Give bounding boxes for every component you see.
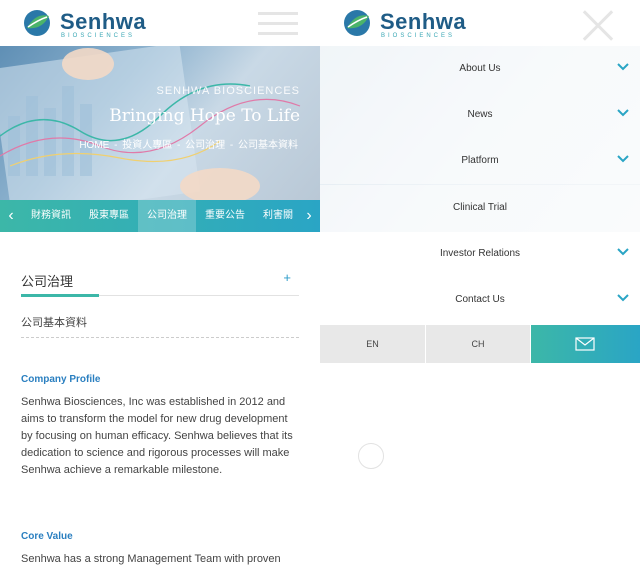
- menu-item-label: Clinical Trial: [453, 202, 507, 213]
- menu-item-clinical-trial[interactable]: Clinical Trial: [320, 185, 640, 231]
- lang-ch-button[interactable]: CH: [426, 325, 530, 363]
- hero-subtitle: SENHWA BIOSCIENCES: [156, 85, 300, 97]
- chevron-down-icon[interactable]: [616, 60, 630, 74]
- menu-item-label: News: [467, 109, 493, 120]
- menu-item-contact-us[interactable]: Contact Us: [320, 277, 640, 323]
- menu-item-investor-relations[interactable]: Investor Relations: [320, 231, 640, 277]
- section-accordion[interactable]: 公司治理 +: [21, 268, 299, 297]
- hamburger-bar: [258, 12, 298, 15]
- company-profile-heading: Company Profile: [21, 374, 101, 385]
- lang-en-button[interactable]: EN: [320, 325, 425, 363]
- mail-button[interactable]: [531, 325, 640, 363]
- breadcrumb-current: 公司基本資料: [238, 140, 298, 151]
- hero-title: Bringing Hope To Life: [109, 106, 300, 126]
- sub-item-company-info[interactable]: 公司基本資料: [21, 314, 299, 338]
- tab-list: 財務資訊 股東專區 公司治理 重要公告 利害關: [22, 200, 298, 232]
- site-header: Senhwa BIOSCIENCES: [0, 0, 320, 46]
- company-profile-text: Senhwa Biosciences, Inc was established …: [21, 396, 293, 476]
- tab-financial[interactable]: 財務資訊: [22, 200, 80, 232]
- menu-view: Senhwa BIOSCIENCES About Us News Platfor…: [320, 0, 640, 567]
- breadcrumb-home[interactable]: HOME: [79, 140, 109, 151]
- breadcrumb: HOME - 投資人專區 - 公司治理 - 公司基本資料: [79, 140, 298, 151]
- core-value-text: Senhwa has a strong Management Team with…: [21, 553, 281, 565]
- hamburger-bar: [258, 22, 298, 25]
- tab-stakeholders[interactable]: 利害關: [254, 200, 298, 232]
- page-view: Senhwa BIOSCIENCES SENHWA BIOSCIENCES Br…: [0, 0, 320, 567]
- faded-circle-icon: [358, 443, 384, 469]
- chevron-down-icon[interactable]: [616, 291, 630, 305]
- hero-banner: SENHWA BIOSCIENCES Bringing Hope To Life…: [0, 46, 320, 200]
- brand-name: Senhwa: [380, 9, 467, 34]
- menu-item-label: Investor Relations: [439, 248, 521, 259]
- tab-shareholders[interactable]: 股東專區: [80, 200, 138, 232]
- tab-announcements[interactable]: 重要公告: [196, 200, 254, 232]
- chevron-down-icon[interactable]: [616, 152, 630, 166]
- chevron-down-icon[interactable]: [616, 106, 630, 120]
- brand-name: Senhwa: [60, 9, 147, 34]
- section-title: 公司治理: [21, 274, 74, 289]
- tab-bar: ‹ 財務資訊 股東專區 公司治理 重要公告 利害關 ›: [0, 200, 320, 232]
- menu-item-label: Contact Us: [455, 294, 505, 305]
- hamburger-bar: [258, 32, 298, 35]
- plus-icon[interactable]: +: [283, 270, 291, 285]
- menu-item-news[interactable]: News: [320, 92, 640, 138]
- menu-toggle-button[interactable]: [258, 12, 298, 36]
- leaf-logo-icon: [24, 10, 50, 36]
- language-bar: EN CH: [320, 325, 640, 363]
- menu-item-platform[interactable]: Platform: [320, 138, 640, 184]
- breadcrumb-investor[interactable]: 投資人專區: [122, 140, 172, 151]
- active-underline: [21, 294, 99, 297]
- tab-governance[interactable]: 公司治理: [138, 200, 196, 232]
- brand-tagline: BIOSCIENCES: [381, 33, 456, 39]
- menu-item-label: About Us: [459, 63, 501, 74]
- chevron-left-icon[interactable]: ‹: [0, 200, 22, 232]
- close-icon[interactable]: [582, 10, 614, 42]
- chevron-right-icon[interactable]: ›: [298, 200, 320, 232]
- breadcrumb-governance[interactable]: 公司治理: [185, 140, 225, 151]
- leaf-logo-icon: [344, 10, 370, 36]
- site-header: Senhwa BIOSCIENCES: [320, 0, 640, 46]
- core-value-heading: Core Value: [21, 531, 73, 542]
- menu-item-label: Platform: [461, 155, 499, 166]
- envelope-icon: [575, 337, 595, 351]
- menu-item-about-us[interactable]: About Us: [320, 46, 640, 92]
- brand-tagline: BIOSCIENCES: [61, 33, 136, 39]
- chevron-down-icon[interactable]: [616, 245, 630, 259]
